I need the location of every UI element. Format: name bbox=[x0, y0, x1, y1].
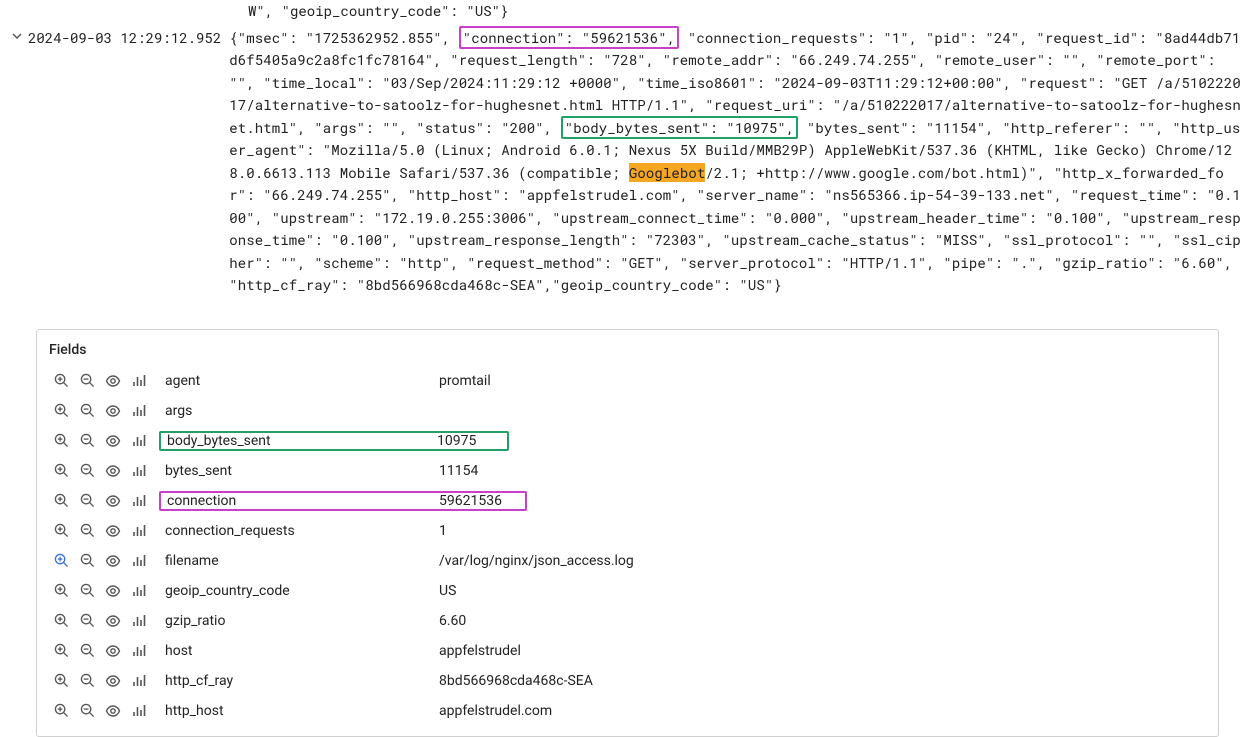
field-row: connection_requests 1 bbox=[47, 516, 1208, 546]
field-name: gzip_ratio bbox=[159, 613, 439, 629]
zoom-out-icon[interactable] bbox=[79, 523, 95, 539]
eye-icon[interactable] bbox=[105, 463, 121, 479]
zoom-out-icon[interactable] bbox=[79, 463, 95, 479]
field-value: /var/log/nginx/json_access.log bbox=[439, 553, 634, 569]
field-name: geoip_country_code bbox=[159, 583, 439, 599]
field-name: args bbox=[159, 403, 439, 419]
field-value: 10975 bbox=[437, 433, 476, 449]
fields-title: Fields bbox=[47, 340, 1208, 366]
stats-icon[interactable] bbox=[131, 553, 147, 569]
zoom-out-icon[interactable] bbox=[79, 373, 95, 389]
zoom-out-icon[interactable] bbox=[79, 553, 95, 569]
field-row: connection59621536 bbox=[47, 486, 1208, 516]
field-row: http_host appfelstrudel.com bbox=[47, 696, 1208, 726]
field-row: http_cf_ray 8bd566968cda468c-SEA bbox=[47, 666, 1208, 696]
field-row: host appfelstrudel bbox=[47, 636, 1208, 666]
eye-icon[interactable] bbox=[105, 373, 121, 389]
stats-icon[interactable] bbox=[131, 403, 147, 419]
stats-icon[interactable] bbox=[131, 523, 147, 539]
zoom-in-icon[interactable] bbox=[53, 523, 69, 539]
stats-icon[interactable] bbox=[131, 613, 147, 629]
zoom-in-icon[interactable] bbox=[53, 583, 69, 599]
zoom-out-icon[interactable] bbox=[79, 403, 95, 419]
field-value: 11154 bbox=[439, 463, 478, 479]
zoom-out-icon[interactable] bbox=[79, 433, 95, 449]
eye-icon[interactable] bbox=[105, 493, 121, 509]
googlebot-highlight: Googlebot bbox=[629, 163, 706, 182]
eye-icon[interactable] bbox=[105, 613, 121, 629]
stats-icon[interactable] bbox=[131, 703, 147, 719]
eye-icon[interactable] bbox=[105, 403, 121, 419]
zoom-in-icon[interactable] bbox=[53, 673, 69, 689]
stats-icon[interactable] bbox=[131, 373, 147, 389]
zoom-in-icon[interactable] bbox=[53, 403, 69, 419]
field-name: body_bytes_sent bbox=[161, 433, 439, 449]
field-value: 1 bbox=[439, 523, 447, 539]
field-row: bytes_sent 11154 bbox=[47, 456, 1208, 486]
field-name: connection bbox=[161, 493, 439, 509]
eye-icon[interactable] bbox=[105, 703, 121, 719]
zoom-out-icon[interactable] bbox=[79, 613, 95, 629]
field-value: appfelstrudel.com bbox=[439, 703, 552, 719]
zoom-in-icon[interactable] bbox=[53, 703, 69, 719]
fields-panel: Fields agent promtail bbox=[36, 329, 1219, 737]
log-json-body: {"msec": "1725362952.855", "connection":… bbox=[229, 27, 1247, 297]
zoom-in-icon[interactable] bbox=[53, 613, 69, 629]
stats-icon[interactable] bbox=[131, 493, 147, 509]
field-value: 8bd566968cda468c-SEA bbox=[439, 673, 593, 689]
connection-highlight: "connection": "59621536", bbox=[459, 26, 680, 49]
field-name: http_cf_ray bbox=[159, 673, 439, 689]
log-entry-row: 2024-09-03 12:29:12.952 {"msec": "172536… bbox=[0, 23, 1255, 301]
zoom-out-icon[interactable] bbox=[79, 703, 95, 719]
field-value: 6.60 bbox=[439, 613, 466, 629]
zoom-in-icon[interactable] bbox=[53, 643, 69, 659]
field-name: http_host bbox=[159, 703, 439, 719]
field-row: body_bytes_sent10975 bbox=[47, 426, 1208, 456]
field-value: US bbox=[439, 583, 456, 599]
eye-icon[interactable] bbox=[105, 583, 121, 599]
stats-icon[interactable] bbox=[131, 643, 147, 659]
stats-icon[interactable] bbox=[131, 583, 147, 599]
zoom-out-icon[interactable] bbox=[79, 583, 95, 599]
field-value: promtail bbox=[439, 373, 491, 389]
zoom-in-icon[interactable] bbox=[53, 553, 69, 569]
zoom-out-icon[interactable] bbox=[79, 493, 95, 509]
stats-icon[interactable] bbox=[131, 673, 147, 689]
body-bytes-highlight: "body_bytes_sent": "10975", bbox=[561, 116, 799, 139]
field-row: filename /var/log/nginx/json_access.log bbox=[47, 546, 1208, 576]
field-value: appfelstrudel bbox=[439, 643, 521, 659]
field-name: filename bbox=[159, 553, 439, 569]
field-name: bytes_sent bbox=[159, 463, 439, 479]
eye-icon[interactable] bbox=[105, 433, 121, 449]
eye-icon[interactable] bbox=[105, 643, 121, 659]
zoom-out-icon[interactable] bbox=[79, 673, 95, 689]
field-name: agent bbox=[159, 373, 439, 389]
field-row: gzip_ratio 6.60 bbox=[47, 606, 1208, 636]
zoom-in-icon[interactable] bbox=[53, 373, 69, 389]
field-row: args bbox=[47, 396, 1208, 426]
eye-icon[interactable] bbox=[105, 553, 121, 569]
field-name: host bbox=[159, 643, 439, 659]
eye-icon[interactable] bbox=[105, 673, 121, 689]
zoom-in-icon[interactable] bbox=[53, 463, 69, 479]
stats-icon[interactable] bbox=[131, 463, 147, 479]
zoom-in-icon[interactable] bbox=[53, 493, 69, 509]
field-value: 59621536 bbox=[439, 493, 502, 509]
stats-icon[interactable] bbox=[131, 433, 147, 449]
previous-log-fragment: W", "geoip_country_code": "US"} bbox=[0, 0, 1255, 23]
zoom-in-icon[interactable] bbox=[53, 433, 69, 449]
zoom-out-icon[interactable] bbox=[79, 643, 95, 659]
field-row: agent promtail bbox=[47, 366, 1208, 396]
field-name: connection_requests bbox=[159, 523, 439, 539]
eye-icon[interactable] bbox=[105, 523, 121, 539]
log-timestamp: 2024-09-03 12:29:12.952 bbox=[28, 27, 229, 49]
field-row: geoip_country_code US bbox=[47, 576, 1208, 606]
expand-toggle-icon[interactable] bbox=[12, 27, 28, 47]
